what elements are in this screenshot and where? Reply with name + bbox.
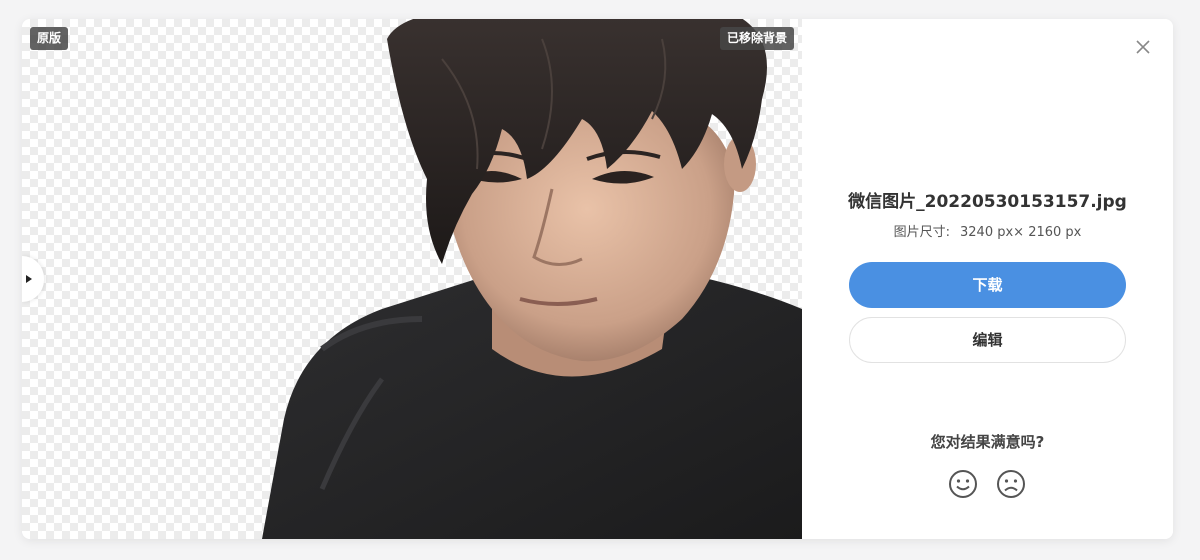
image-dimensions: 图片尺寸: 3240 px× 2160 px	[802, 221, 1173, 240]
dimensions-value: 3240 px× 2160 px	[960, 225, 1082, 240]
close-icon	[1136, 40, 1150, 54]
caret-right-icon	[26, 275, 32, 283]
file-name: 微信图片_20220530153157.jpg	[848, 192, 1127, 212]
result-card: 原版 已移除背景 微信图片_20220530153157.jpg 图片尺寸: 32…	[22, 19, 1173, 539]
feedback-question: 您对结果满意吗?	[930, 433, 1045, 451]
feedback-options	[948, 469, 1026, 499]
edit-button[interactable]: 编辑	[849, 317, 1126, 363]
close-button[interactable]	[1133, 37, 1153, 57]
smile-icon[interactable]	[948, 469, 978, 499]
download-button[interactable]: 下载	[849, 262, 1126, 308]
image-preview[interactable]: 原版 已移除背景	[22, 19, 802, 539]
background-removed-tag: 已移除背景	[719, 27, 794, 50]
original-tag: 原版	[30, 27, 69, 50]
dimensions-label: 图片尺寸:	[893, 225, 951, 240]
subject-photo	[262, 19, 802, 539]
result-side-panel: 微信图片_20220530153157.jpg 图片尺寸: 3240 px× 21…	[802, 19, 1173, 539]
frown-icon[interactable]	[996, 469, 1026, 499]
